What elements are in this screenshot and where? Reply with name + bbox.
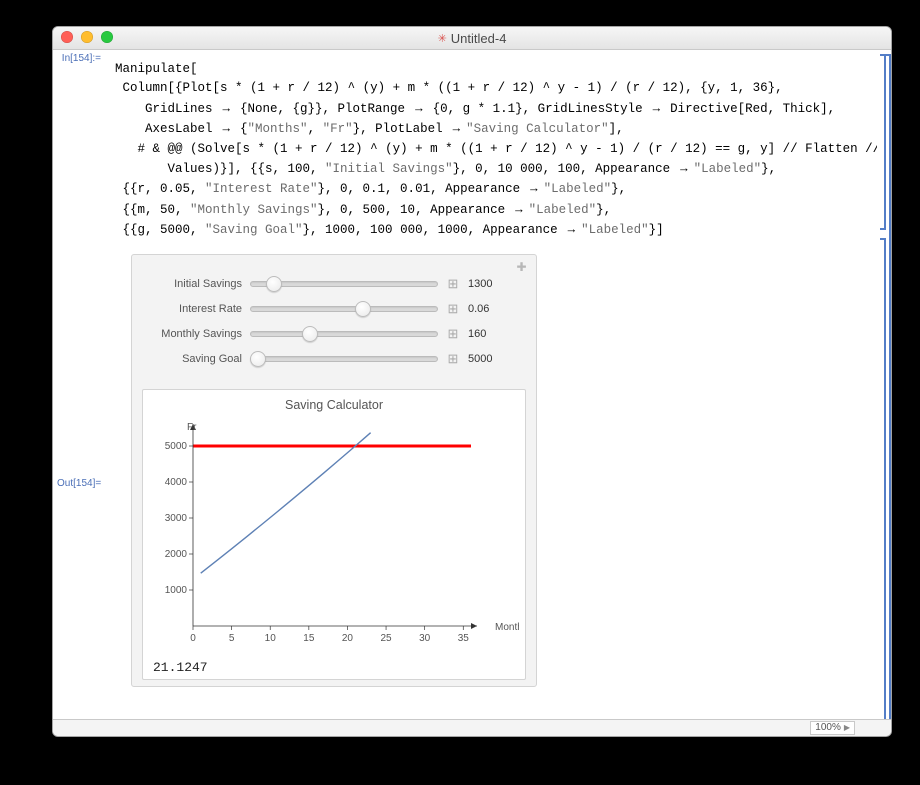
control-interest-rate: Interest Rate ⊞ 0.06 bbox=[146, 302, 522, 316]
plot-panel: Saving Calculator 0 5 10 15 20 25 30 35 1000 2000… bbox=[142, 389, 526, 680]
slider-interest-rate[interactable] bbox=[250, 306, 438, 312]
svg-text:20: 20 bbox=[342, 633, 354, 644]
svg-text:5: 5 bbox=[229, 633, 235, 644]
svg-text:5000: 5000 bbox=[165, 441, 188, 452]
window-title-text: Untitled-4 bbox=[451, 31, 507, 46]
expand-icon[interactable]: ⊞ bbox=[446, 327, 460, 341]
svg-text:4000: 4000 bbox=[165, 477, 188, 488]
expand-icon[interactable]: ⊞ bbox=[446, 302, 460, 316]
savings-chart: 0 5 10 15 20 25 30 35 1000 2000 3000 4000 5000 Months… bbox=[149, 414, 519, 654]
control-initial-savings: Initial Savings ⊞ 1300 bbox=[146, 277, 522, 291]
window-close-button[interactable] bbox=[61, 31, 73, 43]
status-bar: 100% ▶ bbox=[53, 719, 891, 736]
notebook-content[interactable]: In[154]:= Manipulate[ Column[{Plot[s * (… bbox=[53, 50, 877, 719]
svg-text:15: 15 bbox=[303, 633, 315, 644]
output-cell-label: Out[154]= bbox=[57, 478, 101, 489]
dropdown-icon: ▶ bbox=[844, 722, 850, 734]
control-label: Monthly Savings bbox=[146, 328, 250, 340]
control-label: Interest Rate bbox=[146, 303, 250, 315]
controls-area: Initial Savings ⊞ 1300 Interest Rate ⊞ bbox=[132, 255, 536, 387]
control-monthly-savings: Monthly Savings ⊞ 160 bbox=[146, 327, 522, 341]
cell-brackets[interactable] bbox=[877, 50, 891, 719]
window-zoom-button[interactable] bbox=[101, 31, 113, 43]
titlebar: ✳ Untitled-4 bbox=[53, 27, 891, 50]
svg-text:35: 35 bbox=[458, 633, 470, 644]
wolfram-icon: ✳ bbox=[438, 32, 447, 45]
manipulate-panel: ✚ Initial Savings ⊞ 1300 Interest Rate bbox=[131, 254, 537, 687]
control-value: 160 bbox=[468, 328, 502, 340]
svg-text:3000: 3000 bbox=[165, 513, 188, 524]
svg-text:0: 0 bbox=[190, 633, 196, 644]
slider-saving-goal[interactable] bbox=[250, 356, 438, 362]
slider-initial-savings[interactable] bbox=[250, 281, 438, 287]
solve-output: 21.1247 bbox=[153, 660, 519, 675]
window-title: ✳ Untitled-4 bbox=[53, 31, 891, 46]
expand-icon[interactable]: ⊞ bbox=[446, 277, 460, 291]
control-saving-goal: Saving Goal ⊞ 5000 bbox=[146, 352, 522, 366]
zoom-control[interactable]: 100% ▶ bbox=[810, 721, 855, 735]
control-value: 0.06 bbox=[468, 303, 502, 315]
window-minimize-button[interactable] bbox=[81, 31, 93, 43]
manipulate-options-icon[interactable]: ✚ bbox=[515, 261, 528, 274]
input-cell-label: In[154]:= bbox=[57, 53, 101, 64]
input-code[interactable]: Manipulate[ Column[{Plot[s * (1 + r / 12… bbox=[115, 60, 877, 240]
control-value: 1300 bbox=[468, 278, 502, 290]
svg-text:1000: 1000 bbox=[165, 585, 188, 596]
slider-monthly-savings[interactable] bbox=[250, 331, 438, 337]
control-label: Initial Savings bbox=[146, 278, 250, 290]
svg-text:2000: 2000 bbox=[165, 549, 188, 560]
svg-text:Fr: Fr bbox=[187, 422, 197, 433]
control-label: Saving Goal bbox=[146, 353, 250, 365]
mac-window: ✳ Untitled-4 In[154]:= Manipulate[ Colum… bbox=[52, 26, 892, 737]
zoom-value: 100% bbox=[815, 722, 841, 734]
control-value: 5000 bbox=[468, 353, 502, 365]
svg-text:10: 10 bbox=[265, 633, 277, 644]
svg-text:30: 30 bbox=[419, 633, 431, 644]
expand-icon[interactable]: ⊞ bbox=[446, 352, 460, 366]
chart-title: Saving Calculator bbox=[149, 398, 519, 412]
svg-text:Months: Months bbox=[495, 622, 519, 633]
svg-text:25: 25 bbox=[380, 633, 392, 644]
